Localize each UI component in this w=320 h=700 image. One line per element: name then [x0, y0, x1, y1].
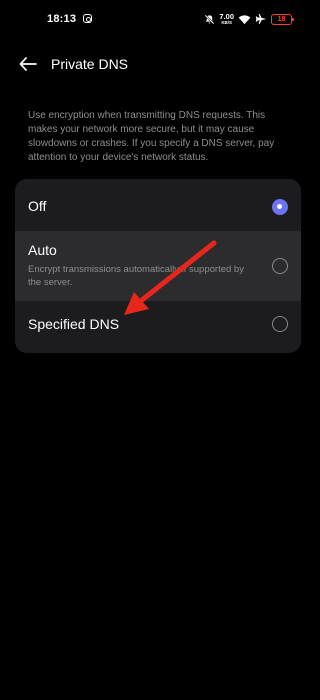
option-specified-dns[interactable]: Specified DNS	[15, 301, 301, 353]
net-speed-unit: KB/S	[221, 19, 233, 25]
option-off-label: Off	[28, 198, 47, 214]
screen: 18:13 7.00 KB/S 18 Private DNS Use encry…	[0, 0, 315, 700]
back-button[interactable]	[14, 50, 42, 78]
mute-icon	[205, 14, 215, 24]
status-bar: 18:13 7.00 KB/S 18	[0, 0, 315, 40]
option-off-radio[interactable]	[272, 199, 288, 215]
option-auto-description: Encrypt transmissions automatically if s…	[28, 264, 244, 288]
wifi-icon	[238, 14, 251, 24]
status-icons: 7.00 KB/S 18	[204, 11, 294, 27]
option-specified-dns-radio[interactable]	[272, 316, 288, 332]
header: Private DNS	[0, 48, 315, 80]
battery-level: 18	[277, 15, 286, 23]
airplane-icon	[255, 14, 267, 24]
option-auto-label: Auto	[28, 242, 57, 258]
option-specified-dns-label: Specified DNS	[28, 316, 120, 332]
description-text: Use encryption when transmitting DNS req…	[28, 110, 275, 163]
page-title: Private DNS	[51, 56, 129, 72]
net-speed: 7.00 KB/S	[219, 13, 234, 25]
dns-options-card: Off Auto Encrypt transmissions automatic…	[15, 179, 301, 353]
option-auto-radio[interactable]	[272, 258, 288, 274]
battery-icon: 18	[271, 13, 294, 25]
instagram-icon	[83, 14, 92, 23]
option-off[interactable]: Off	[15, 179, 301, 231]
arrow-left-icon	[19, 57, 37, 71]
option-auto[interactable]: Auto Encrypt transmissions automatically…	[15, 231, 301, 301]
status-time: 18:13	[47, 13, 77, 25]
